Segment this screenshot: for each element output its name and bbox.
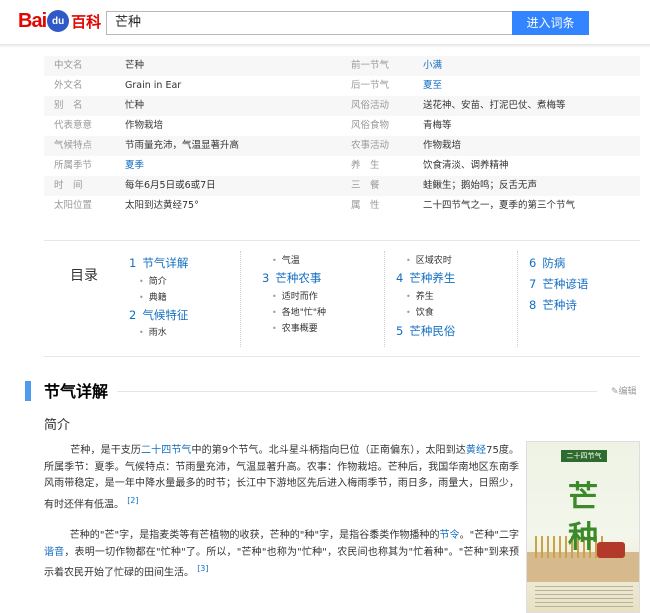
- baidu-baike-logo[interactable]: Bai du 百科: [18, 8, 101, 34]
- info-row: 外文名 Grain in Ear 后一节气 夏至: [44, 76, 640, 96]
- search-input[interactable]: 芒种: [106, 11, 512, 35]
- reference-link[interactable]: [2]: [127, 496, 138, 505]
- toc-subitem[interactable]: 区域农时: [406, 253, 452, 266]
- info-key: 代表意意: [54, 120, 93, 131]
- toc-item-4[interactable]: 4 芒种养生: [396, 270, 455, 286]
- info-value: 作物栽培: [125, 120, 164, 131]
- toc-subitem[interactable]: 典籍: [139, 290, 167, 303]
- book-cover-image[interactable]: 二十四节气 芒 种: [526, 441, 640, 613]
- info-value: Grain in Ear: [125, 80, 182, 91]
- toc-subitem[interactable]: 适时而作: [272, 289, 318, 302]
- info-key: 外文名: [54, 80, 83, 91]
- toc-subitem[interactable]: 农事概要: [272, 321, 318, 334]
- info-row: 别 名 忙种 风俗活动 送花神、安苗、打泥巴仗、煮梅等: [44, 96, 640, 116]
- harvester-illustration: [597, 542, 625, 558]
- info-key: 太阳位置: [54, 200, 93, 211]
- info-value: 饮食清淡、调养精神: [423, 160, 509, 171]
- info-key: 风俗食物: [351, 120, 390, 131]
- info-row: 中文名 芒种 前一节气 小满: [44, 56, 640, 76]
- info-value: 节雨量充沛，气温显著升高: [125, 140, 240, 151]
- enter-entry-button[interactable]: 进入词条: [512, 11, 589, 35]
- link-homophone[interactable]: 谐音: [44, 547, 64, 558]
- info-value: 太阳到达黄经75°: [125, 200, 199, 211]
- info-value: 作物栽培: [423, 140, 462, 151]
- info-row: 所属季节 夏季 养 生 饮食清淡、调养精神: [44, 156, 640, 176]
- toc-subitem[interactable]: 气温: [272, 253, 300, 266]
- cover-title-char: 种: [568, 520, 598, 555]
- toc-divider: [517, 251, 518, 347]
- info-key: 时 间: [54, 180, 83, 191]
- top-header: Bai du 百科 芒种 进入词条: [0, 0, 650, 44]
- cover-title-char: 芒: [568, 480, 598, 515]
- info-key: 养 生: [351, 160, 380, 171]
- cover-fine-text: [535, 586, 633, 608]
- info-key: 气候特点: [54, 140, 93, 151]
- subsection-title: 简介: [44, 418, 71, 433]
- toc-divider: [240, 251, 241, 347]
- info-key: 别 名: [54, 100, 83, 111]
- toc-title: 目录: [70, 268, 98, 284]
- info-row: 时 间 每年6月5日或6或7日 三 餐 蛙鳅生；鹅始鸣；反舌无声: [44, 176, 640, 196]
- info-value: 蛙鳅生；鹅始鸣；反舌无声: [423, 180, 538, 191]
- info-value[interactable]: 夏至: [423, 76, 442, 96]
- logo-baike-text: 百科: [71, 12, 102, 31]
- info-key: 所属季节: [54, 160, 93, 171]
- info-key: 中文名: [54, 60, 83, 71]
- logo-text: Bai: [18, 9, 47, 32]
- info-key: 风俗活动: [351, 100, 390, 111]
- toc-item-1[interactable]: 1 节气详解: [129, 255, 188, 271]
- toc-subitem[interactable]: 饮食: [406, 305, 434, 318]
- info-value[interactable]: 夏季: [125, 156, 144, 176]
- info-key: 三 餐: [351, 180, 380, 191]
- info-row: 气候特点 节雨量充沛，气温显著升高 农事活动 作物栽培: [44, 136, 640, 156]
- info-value: 每年6月5日或6或7日: [125, 180, 216, 191]
- info-key: 前一节气: [351, 60, 390, 71]
- toc-subitem[interactable]: 各地"忙"种: [272, 305, 326, 318]
- section-accent-bar: [25, 381, 31, 401]
- info-value: 忙种: [125, 100, 145, 111]
- toc-subitem[interactable]: 简介: [139, 274, 167, 287]
- toc-item-2[interactable]: 2 气候特征: [129, 307, 188, 323]
- info-value: 二十四节气之一，夏季的第三个节气: [423, 200, 576, 211]
- section-title: 节气详解: [44, 382, 109, 401]
- paragraph-intro: 芒种，是干支历二十四节气中的第9个节气。北斗星斗柄指向巳位（正南偏东），太阳到达…: [44, 445, 520, 510]
- cover-tag: 二十四节气: [561, 450, 607, 462]
- toc-item-7[interactable]: 7 芒种谚语: [529, 276, 588, 292]
- section-divider: [117, 391, 597, 392]
- toc-item-6[interactable]: 6 防病: [529, 255, 565, 271]
- info-value: 青梅等: [423, 120, 452, 131]
- toc-subitem[interactable]: 养生: [406, 289, 434, 302]
- link-ecliptic-longitude[interactable]: 黄经: [466, 445, 486, 456]
- toc-item-5[interactable]: 5 芒种民俗: [396, 323, 455, 339]
- toc-divider: [384, 251, 385, 347]
- info-row: 代表意意 作物栽培 风俗食物 青梅等: [44, 116, 640, 136]
- link-24-solar-terms[interactable]: 二十四节气: [141, 445, 192, 456]
- toc-item-8[interactable]: 8 芒种诗: [529, 297, 577, 313]
- info-key: 属 性: [351, 200, 380, 211]
- info-key: 后一节气: [351, 80, 390, 91]
- paragraph-meaning: 芒种的"芒"字，是指麦类等有芒植物的收获，芒种的"种"字，是指谷黍类作物播种的节…: [44, 530, 520, 579]
- edit-link[interactable]: ✎编辑: [611, 384, 637, 397]
- paw-icon: du: [47, 10, 70, 32]
- info-key: 农事活动: [351, 140, 390, 151]
- info-value: 送花神、安苗、打泥巴仗、煮梅等: [423, 100, 566, 111]
- table-of-contents: 目录 1节气详解 简介 典籍 2气候特征 雨水 气温 3芒种农事 适时而作 各地…: [44, 240, 640, 357]
- link-solar-term[interactable]: 节令: [440, 530, 460, 541]
- header-divider: [0, 44, 650, 48]
- info-value[interactable]: 小满: [423, 56, 442, 76]
- toc-subitem[interactable]: 雨水: [139, 325, 167, 338]
- info-value: 芒种: [125, 60, 145, 71]
- reference-link[interactable]: [3]: [197, 564, 208, 573]
- toc-item-3[interactable]: 3 芒种农事: [262, 270, 321, 286]
- info-row: 太阳位置 太阳到达黄经75° 属 性 二十四节气之一，夏季的第三个节气: [44, 196, 640, 216]
